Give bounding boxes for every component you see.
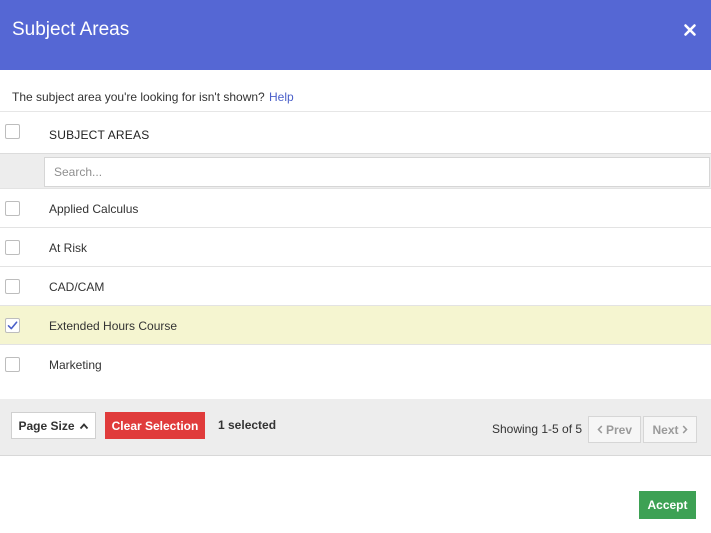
help-link[interactable]: Help [269, 90, 294, 104]
search-row [0, 153, 711, 188]
dialog-header: Subject Areas [0, 0, 711, 70]
table-row[interactable]: Applied Calculus [0, 188, 711, 227]
row-checkbox[interactable] [5, 201, 20, 216]
checkmark-icon [7, 321, 18, 330]
page-size-button[interactable]: Page Size [11, 412, 96, 439]
next-page-button[interactable]: Next [643, 416, 697, 443]
row-label: CAD/CAM [49, 280, 105, 294]
accept-button[interactable]: Accept [639, 491, 696, 519]
chevron-right-icon [682, 425, 688, 434]
table-header-row: SUBJECT AREAS [0, 111, 711, 153]
table-row[interactable]: At Risk [0, 227, 711, 266]
row-label: Extended Hours Course [49, 319, 178, 333]
page-size-label: Page Size [18, 418, 75, 433]
row-checkbox[interactable] [5, 240, 20, 255]
row-label: Applied Calculus [49, 202, 139, 216]
dialog-title: Subject Areas [12, 19, 130, 40]
column-header-subject-areas: SUBJECT AREAS [49, 128, 150, 142]
prev-page-button[interactable]: Prev [588, 416, 641, 443]
table-row[interactable]: CAD/CAM [0, 266, 711, 305]
row-checkbox[interactable] [5, 357, 20, 372]
row-label: At Risk [49, 241, 88, 255]
prev-label: Prev [605, 422, 633, 437]
select-all-checkbox[interactable] [5, 124, 20, 139]
close-button[interactable] [682, 22, 698, 38]
close-icon [684, 24, 696, 36]
clear-selection-button[interactable]: Clear Selection [105, 412, 205, 439]
selected-count: 1 selected [218, 418, 277, 432]
table-row-selected[interactable]: Extended Hours Course [0, 305, 711, 344]
table-footer: Page Size Clear Selection 1 selected Sho… [0, 399, 711, 456]
row-label: Marketing [49, 358, 102, 372]
row-checkbox[interactable] [5, 279, 20, 294]
missing-subject-hint: The subject area you're looking for isn'… [12, 90, 265, 104]
chevron-up-icon [79, 422, 88, 429]
chevron-left-icon [597, 425, 603, 434]
search-input[interactable] [44, 157, 710, 187]
pagination-status: Showing 1-5 of 5 [492, 422, 583, 436]
next-label: Next [652, 422, 679, 437]
row-checkbox-checked[interactable] [5, 318, 20, 333]
table-row[interactable]: Marketing [0, 344, 711, 383]
